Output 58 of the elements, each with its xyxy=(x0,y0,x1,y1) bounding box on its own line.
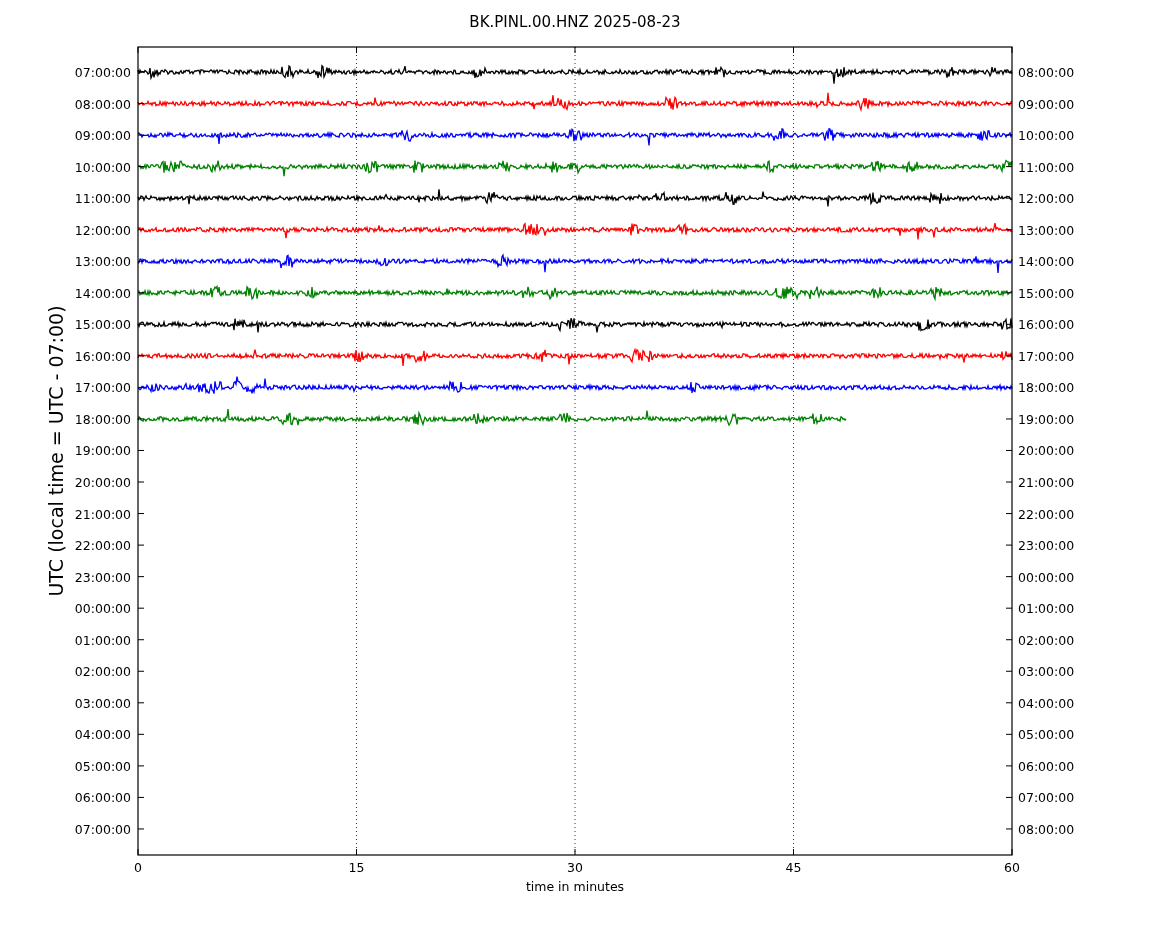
y-tick-label: 15:00:00 xyxy=(1018,285,1075,301)
y-tick-label: 01:00:00 xyxy=(74,632,131,648)
y-tick-label: 21:00:00 xyxy=(1018,475,1075,490)
y-tick-label: 23:00:00 xyxy=(74,569,131,585)
y-tick-label: 02:00:00 xyxy=(74,664,131,680)
x-tick-label: 60 xyxy=(1004,860,1020,875)
y-tick-label: 07:00:00 xyxy=(74,821,131,837)
y-tick-label: 04:00:00 xyxy=(74,727,131,743)
y-tick-label: 07:00:00 xyxy=(74,65,131,80)
y-tick-label: 08:00:00 xyxy=(74,96,131,112)
y-tick-label: 16:00:00 xyxy=(1018,317,1075,333)
y-tick-label: 19:00:00 xyxy=(74,443,131,459)
y-tick-label: 17:00:00 xyxy=(1018,348,1075,364)
y-tick-label: 02:00:00 xyxy=(1018,632,1075,648)
y-tick-label: 13:00:00 xyxy=(74,254,131,270)
y-tick-label: 10:00:00 xyxy=(1018,128,1075,144)
y-tick-label: 14:00:00 xyxy=(1018,254,1075,270)
y-tick-label: 05:00:00 xyxy=(1018,727,1075,743)
y-tick-label: 03:00:00 xyxy=(1018,664,1075,680)
y-tick-label: 11:00:00 xyxy=(1018,159,1075,175)
y-tick-label: 01:00:00 xyxy=(1018,601,1075,617)
y-tick-label: 05:00:00 xyxy=(74,758,131,774)
y-tick-label: 00:00:00 xyxy=(74,601,131,617)
y-tick-label: 15:00:00 xyxy=(74,317,131,333)
y-tick-label: 22:00:00 xyxy=(1018,506,1075,522)
y-tick-label: 17:00:00 xyxy=(74,380,131,396)
y-tick-label: 12:00:00 xyxy=(1018,191,1075,207)
y-axis-label: UTC (local time = UTC - 07:00) xyxy=(45,305,67,597)
y-tick-label: 20:00:00 xyxy=(74,475,131,490)
y-tick-label: 16:00:00 xyxy=(74,348,131,364)
y-tick-label: 19:00:00 xyxy=(1018,411,1075,427)
y-tick-label: 20:00:00 xyxy=(1018,443,1075,459)
y-tick-label: 22:00:00 xyxy=(74,538,131,554)
x-tick-label: 0 xyxy=(134,860,142,875)
y-tick-label: 23:00:00 xyxy=(1018,538,1075,554)
y-tick-label: 18:00:00 xyxy=(74,411,131,427)
x-tick-label: 15 xyxy=(348,860,365,875)
y-tick-label: 18:00:00 xyxy=(1018,380,1075,396)
y-tick-label: 00:00:00 xyxy=(1018,569,1075,585)
y-tick-label: 03:00:00 xyxy=(74,695,131,711)
y-tick-label: 07:00:00 xyxy=(1018,790,1075,806)
y-tick-label: 09:00:00 xyxy=(1018,96,1075,112)
y-tick-label: 12:00:00 xyxy=(74,222,131,238)
y-tick-label: 04:00:00 xyxy=(1018,695,1075,711)
y-tick-label: 10:00:00 xyxy=(74,159,131,175)
y-tick-label: 13:00:00 xyxy=(1018,222,1075,238)
y-tick-label: 06:00:00 xyxy=(1018,758,1075,774)
chart-title: BK.PINL.00.HNZ 2025-08-23 xyxy=(469,13,681,31)
y-tick-label: 08:00:00 xyxy=(1018,821,1075,837)
y-tick-label: 09:00:00 xyxy=(74,128,131,144)
x-axis-label: time in minutes xyxy=(525,879,625,894)
x-tick-label: 30 xyxy=(567,860,583,875)
y-tick-label: 21:00:00 xyxy=(74,506,131,522)
y-tick-label: 14:00:00 xyxy=(74,285,131,301)
y-tick-label: 11:00:00 xyxy=(74,191,131,207)
y-tick-label: 08:00:00 xyxy=(1018,65,1075,80)
y-tick-label: 06:00:00 xyxy=(74,790,131,806)
x-tick-label: 45 xyxy=(785,860,802,875)
